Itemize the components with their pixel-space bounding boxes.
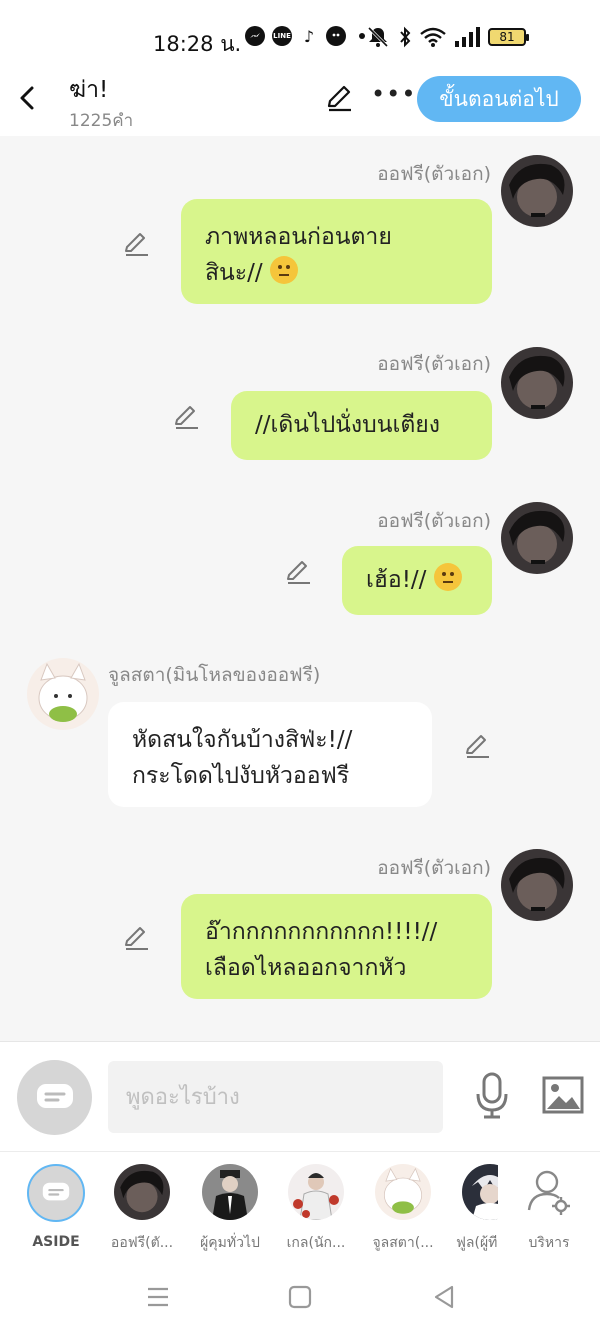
character-guard[interactable]: ผู้คุมทั่วไป	[190, 1164, 270, 1254]
message-input[interactable]	[108, 1061, 443, 1133]
chat-bubble-icon	[42, 1182, 70, 1201]
character-label: ออฟรี(ตั...	[110, 1235, 174, 1251]
character-offree[interactable]: ออฟรี(ตั...	[102, 1164, 182, 1254]
message-line: หัดสนใจกันบ้างสิฟ่ะ!//	[132, 727, 353, 753]
avatar	[202, 1164, 258, 1220]
tiktok-icon: ♪	[299, 26, 319, 46]
character-aside[interactable]: ASIDE	[16, 1164, 96, 1250]
image-icon[interactable]	[542, 1076, 584, 1114]
message-bubble[interactable]: อ๊ากกกกกกกกกกก!!!!// เลือดไหลออกจากหัว	[181, 894, 492, 999]
avatar-offree[interactable]	[501, 849, 573, 921]
message-line: ภาพหลอนก่อนตาย	[205, 224, 392, 250]
avatar-offree[interactable]	[501, 347, 573, 419]
message-bubble[interactable]: เฮ้อ!//	[342, 546, 492, 615]
manage-user-icon	[521, 1164, 577, 1220]
status-time: 18:28 น.	[153, 32, 242, 56]
aside-toggle-button[interactable]	[17, 1060, 92, 1135]
sender-name: ออฟรี(ตัวเอก)	[377, 510, 491, 532]
avatar	[288, 1164, 344, 1220]
avatar-offree[interactable]	[501, 155, 573, 227]
sender-name: ออฟรี(ตัวเอก)	[377, 857, 491, 879]
message-line: กระโดดไปงับหัวออฟรี	[132, 763, 350, 789]
messenger-icon	[245, 26, 265, 46]
message-line: อ๊ากกกกกกกกกกก!!!!//	[205, 919, 438, 945]
bird-app-icon	[326, 26, 346, 46]
edit-message-icon[interactable]	[285, 559, 311, 585]
recent-apps-icon[interactable]	[144, 1283, 172, 1311]
message-bubble[interactable]: //เดินไปนั่งบนเตียง	[231, 391, 492, 460]
status-bar: 18:28 น. LINE ♪ 81	[0, 0, 600, 70]
chat-title: ฆ่า!	[69, 77, 109, 103]
character-julsta[interactable]: จูลสตา(...	[363, 1164, 443, 1254]
message-bubble[interactable]: ภาพหลอนก่อนตาย สินะ//	[181, 199, 492, 304]
edit-message-icon[interactable]	[173, 404, 199, 430]
sender-name: จูลสตา(มินโหลของออฟรี)	[108, 664, 321, 686]
message-line: เฮ้อ!//	[366, 567, 427, 593]
message-input-bar	[0, 1041, 600, 1151]
character-label: ผู้คุมทั่วไป	[200, 1235, 260, 1251]
aside-avatar	[27, 1164, 85, 1222]
line-icon: LINE	[272, 26, 292, 46]
sighing-face-emoji	[433, 563, 462, 591]
character-label: ASIDE	[32, 1234, 80, 1250]
more-options-icon[interactable]: •••	[371, 80, 416, 108]
character-label: ฟูล(ผู้ที	[456, 1235, 498, 1251]
chat-header: ฆ่า! 1225คำ ••• ขั้นตอนต่อไป	[0, 70, 600, 136]
wifi-icon	[420, 27, 446, 47]
home-icon[interactable]	[286, 1283, 314, 1311]
sender-name: ออฟรี(ตัวเอก)	[377, 353, 491, 375]
system-icons: 81	[366, 26, 529, 48]
message-bubble[interactable]: หัดสนใจกันบ้างสิฟ่ะ!// กระโดดไปงับหัวออฟ…	[108, 702, 432, 807]
character-label: จูลสตา(...	[372, 1235, 434, 1251]
message-line: สินะ//	[205, 260, 263, 286]
character-label: บริหาร	[528, 1235, 570, 1251]
character-label: เกล(นัก...	[286, 1235, 346, 1251]
avatar-julsta[interactable]	[27, 658, 99, 730]
mute-icon	[367, 26, 389, 48]
back-triangle-icon[interactable]	[430, 1283, 458, 1311]
battery-indicator: 81	[488, 28, 529, 46]
avatar	[114, 1164, 170, 1220]
edit-message-icon[interactable]	[123, 231, 149, 257]
character-ful[interactable]: ฟูล(ผู้ที	[450, 1164, 498, 1254]
sender-name: ออฟรี(ตัวเอก)	[377, 163, 491, 185]
edit-pencil-icon[interactable]	[325, 84, 353, 112]
chat-bubble-icon	[36, 1083, 73, 1108]
chat-messages: ออฟรี(ตัวเอก) ภาพหลอนก่อนตาย สินะ// ออฟร…	[0, 136, 600, 1041]
next-step-button[interactable]: ขั้นตอนต่อไป	[417, 76, 581, 122]
message-line: เลือดไหลออกจากหัว	[205, 955, 407, 981]
back-arrow-icon[interactable]	[14, 84, 42, 112]
edit-message-icon[interactable]	[123, 925, 149, 951]
avatar	[462, 1164, 498, 1220]
system-nav-bar	[0, 1261, 600, 1333]
edit-message-icon[interactable]	[464, 733, 490, 759]
neutral-face-emoji	[269, 256, 298, 284]
avatar-offree[interactable]	[501, 502, 573, 574]
dot-icon	[359, 33, 365, 39]
character-gale[interactable]: เกล(นัก...	[276, 1164, 356, 1254]
notification-icons: LINE ♪	[245, 26, 365, 46]
bluetooth-icon	[400, 26, 411, 48]
message-line: //เดินไปนั่งบนเตียง	[255, 412, 440, 438]
manage-characters-button[interactable]: บริหาร	[509, 1164, 589, 1254]
character-selector: ASIDE ออฟรี(ตั... ผู้คุมทั่วไป เกล(นัก..…	[0, 1151, 600, 1261]
microphone-icon[interactable]	[474, 1072, 510, 1120]
signal-icon	[455, 27, 480, 47]
word-count: 1225คำ	[69, 111, 134, 131]
avatar	[375, 1164, 431, 1220]
